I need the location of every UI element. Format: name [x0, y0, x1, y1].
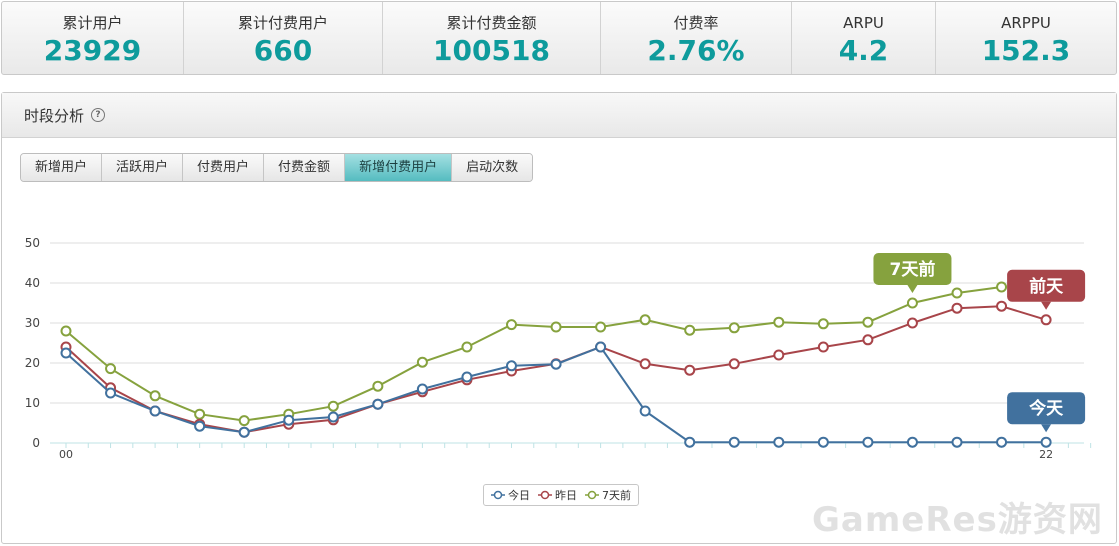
data-point	[595, 321, 607, 333]
callout-pointer	[1041, 301, 1052, 310]
callout-text: 今天	[1029, 398, 1064, 419]
data-point	[372, 380, 384, 392]
data-point	[817, 436, 829, 448]
legend-item-today[interactable]: 今日	[491, 487, 530, 503]
callout-text: 7天前	[890, 259, 936, 280]
data-point	[862, 334, 874, 346]
data-point	[684, 364, 696, 376]
data-point	[728, 436, 740, 448]
line-chart: 0 10 20 30 40 50 00 22 7天前前天今天	[25, 236, 1092, 461]
data-point	[951, 287, 963, 299]
data-point	[550, 358, 562, 370]
y-tick-label: 40	[25, 276, 40, 290]
data-point	[906, 436, 918, 448]
data-point	[996, 300, 1008, 312]
data-point	[416, 383, 428, 395]
legend-label: 7天前	[602, 489, 631, 502]
data-point	[149, 405, 161, 417]
data-point	[327, 411, 339, 423]
data-point	[728, 358, 740, 370]
y-tick-label: 50	[25, 236, 40, 250]
y-tick-label: 10	[25, 396, 40, 410]
data-point	[416, 356, 428, 368]
callout-label: 今天	[1007, 392, 1086, 433]
legend-label: 昨日	[555, 489, 577, 502]
data-point	[684, 324, 696, 336]
callout-label: 7天前	[873, 253, 952, 293]
y-tick-label: 0	[32, 436, 40, 450]
data-point	[595, 341, 607, 353]
data-point	[506, 319, 517, 331]
data-point	[817, 318, 829, 330]
callout-pointer	[907, 285, 918, 293]
data-point	[817, 341, 829, 353]
data-point	[149, 390, 161, 402]
data-point	[327, 400, 339, 412]
watermark: GameRes游资网	[812, 500, 1103, 540]
data-point	[238, 415, 250, 427]
data-point	[506, 360, 517, 372]
data-point	[951, 436, 963, 448]
data-point	[906, 297, 918, 309]
data-point	[1040, 314, 1052, 326]
legend-item-yesterday[interactable]: 昨日	[538, 487, 577, 503]
data-point	[639, 314, 651, 326]
data-point	[105, 363, 117, 375]
y-tick-label: 30	[25, 316, 40, 330]
data-point	[639, 405, 651, 417]
data-point	[951, 302, 963, 314]
data-point	[238, 426, 250, 438]
data-point	[862, 436, 874, 448]
series-marker-icon	[538, 490, 552, 500]
data-point	[773, 316, 785, 328]
data-point	[60, 347, 72, 359]
callout-pointer	[1041, 424, 1052, 433]
series-line	[65, 286, 1002, 422]
data-point	[194, 408, 206, 420]
data-point	[372, 398, 384, 410]
series-marker-icon	[585, 490, 599, 500]
chart-legend: 今日 昨日 7天前	[483, 484, 639, 506]
legend-label: 今日	[508, 489, 530, 502]
data-point	[194, 420, 206, 432]
data-point	[773, 349, 785, 361]
data-point	[996, 436, 1008, 448]
data-point	[283, 414, 295, 426]
data-point	[105, 387, 117, 399]
series-marker-icon	[491, 490, 505, 500]
legend-item-7days[interactable]: 7天前	[585, 487, 631, 503]
data-point	[461, 341, 473, 353]
data-point	[684, 436, 696, 448]
x-tick-label: 22	[1039, 448, 1053, 461]
callout-label: 前天	[1007, 269, 1086, 310]
data-point	[773, 436, 785, 448]
data-point	[639, 358, 651, 370]
data-point	[60, 325, 72, 337]
callout-text: 前天	[1029, 276, 1064, 297]
data-point	[862, 316, 874, 328]
x-tick-label: 00	[59, 448, 73, 461]
data-point	[1040, 436, 1052, 448]
data-point	[906, 317, 918, 329]
data-point	[550, 321, 562, 333]
data-point	[461, 371, 473, 383]
data-point	[996, 281, 1008, 293]
y-tick-label: 20	[25, 356, 40, 370]
data-point	[728, 322, 740, 334]
